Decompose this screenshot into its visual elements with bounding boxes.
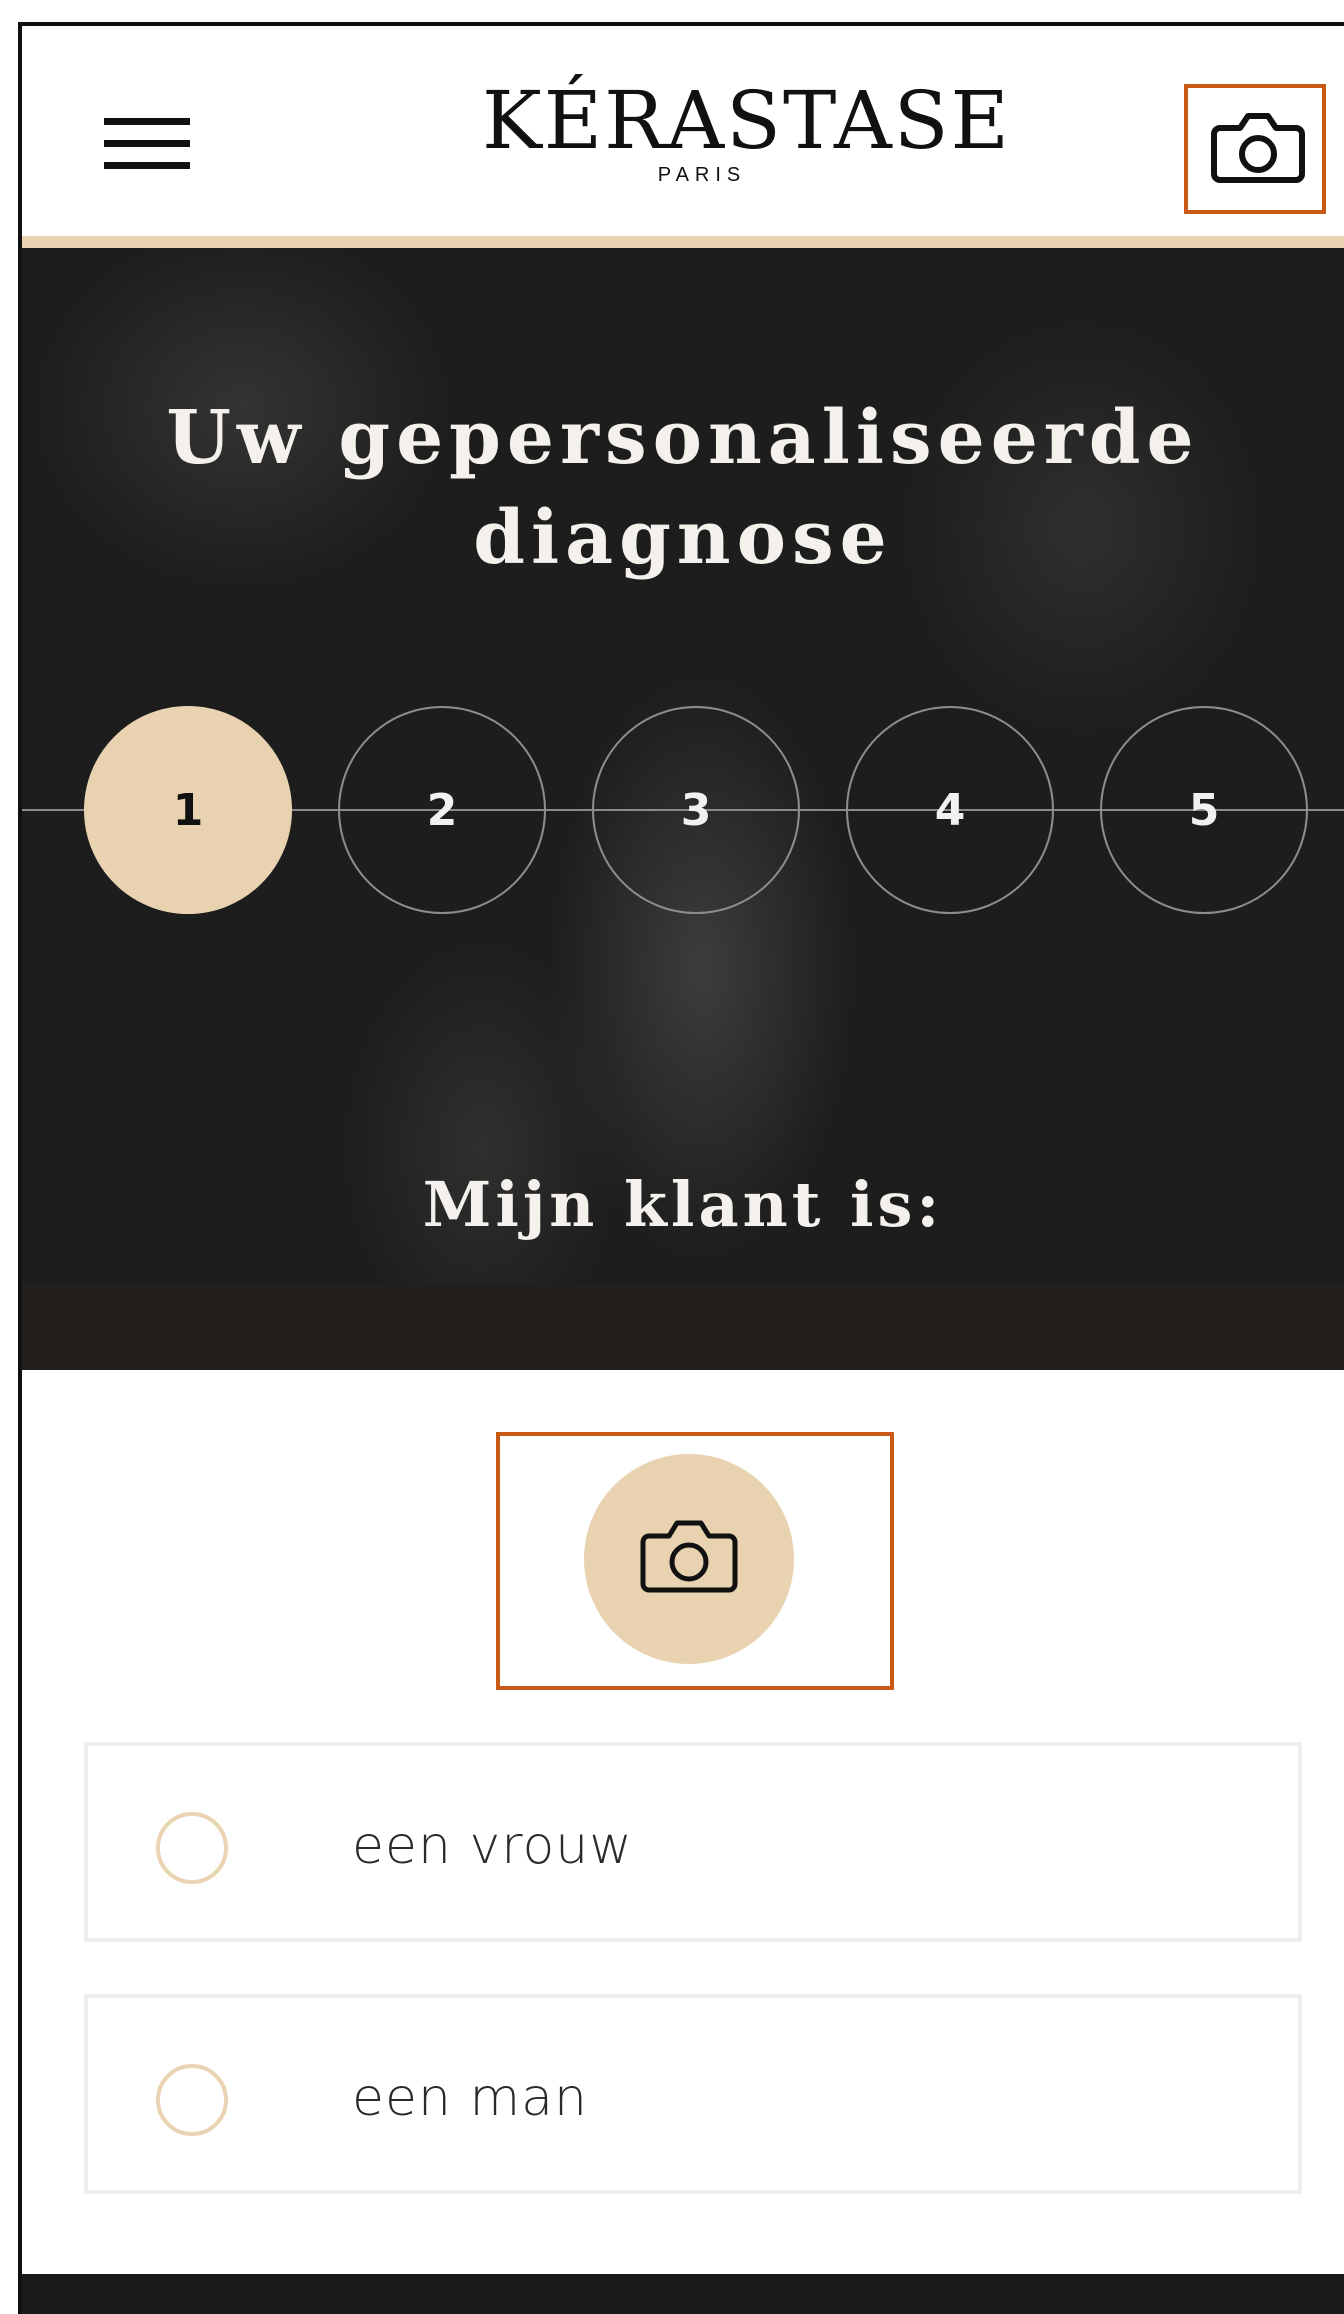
option-woman[interactable]: een vrouw [84,1742,1302,1942]
camera-icon [640,1520,738,1593]
hero-bottom-band [22,1284,1344,1370]
hamburger-line [104,162,190,169]
option-label: een man [352,2068,588,2128]
step-5[interactable]: 5 [1100,706,1308,914]
hamburger-line [104,140,190,147]
option-man[interactable]: een man [84,1994,1302,2194]
take-photo-button[interactable] [584,1454,794,1664]
hamburger-line [104,118,190,125]
step-2[interactable]: 2 [338,706,546,914]
page-title-line: diagnose [473,495,893,581]
step-1[interactable]: 1 [84,706,292,914]
hero-banner: Uw gepersonaliseerde diagnose 1 2 3 4 5 … [22,248,1344,1370]
header: KÉRASTASE PARIS [22,26,1344,236]
option-label: een vrouw [352,1816,633,1876]
footer-bar [22,2274,1344,2314]
radio-button[interactable] [156,2064,228,2136]
step-3[interactable]: 3 [592,706,800,914]
header-accent-line [22,236,1344,248]
page-title: Uw gepersonaliseerde diagnose [22,388,1344,588]
step-4[interactable]: 4 [846,706,1054,914]
logo-subtitle: PARIS [657,164,747,186]
camera-icon [1211,113,1305,183]
page-title-line: Uw gepersonaliseerde [166,395,1200,481]
logo-wordmark: KÉRASTASE [482,74,1011,167]
hamburger-menu-icon[interactable] [104,118,190,174]
brand-logo[interactable]: KÉRASTASE PARIS [482,74,1011,187]
header-camera-button[interactable] [1184,84,1326,214]
question-heading: Mijn klant is: [422,1168,944,1241]
app-frame: KÉRASTASE PARIS Uw gepersonaliseerde dia… [18,22,1344,2314]
photo-upload-highlight [496,1432,894,1690]
radio-button[interactable] [156,1812,228,1884]
